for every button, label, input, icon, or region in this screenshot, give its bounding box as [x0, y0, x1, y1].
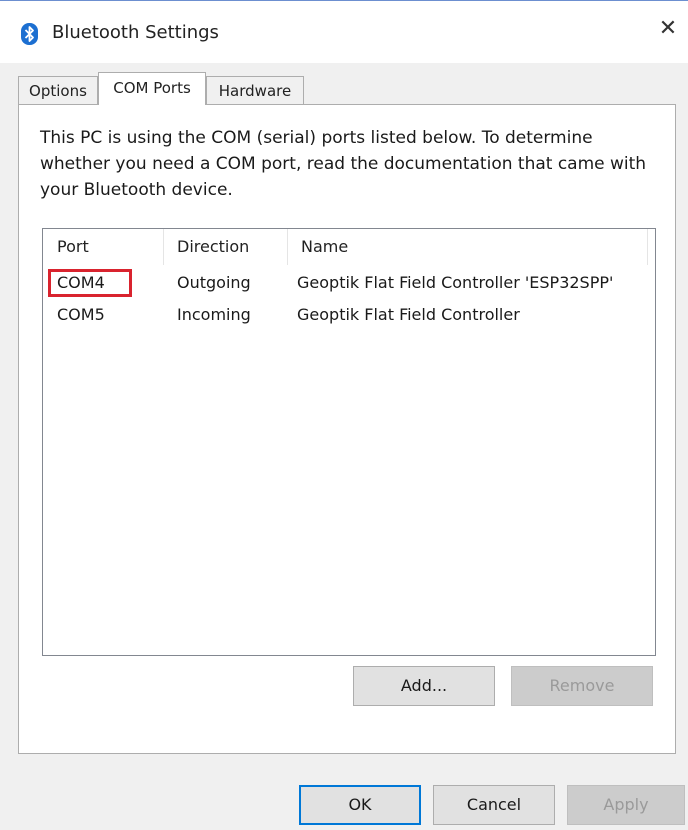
port-cell: COM5 [57, 305, 105, 324]
title-bar: Bluetooth Settings ✕ [0, 0, 688, 63]
column-header-port[interactable]: Port [43, 229, 163, 265]
list-row-com4[interactable]: COM4 Outgoing Geoptik Flat Field Control… [43, 267, 655, 299]
bluetooth-settings-dialog: Bluetooth Settings ✕ Options COM Ports H… [0, 0, 688, 830]
column-divider[interactable] [647, 229, 648, 265]
direction-cell: Outgoing [177, 273, 251, 292]
list-header: Port Direction Name [43, 229, 655, 265]
bluetooth-icon [21, 23, 38, 45]
apply-button[interactable]: Apply [567, 785, 685, 825]
ok-button[interactable]: OK [299, 785, 421, 825]
tab-strip: Options COM Ports Hardware [18, 72, 678, 106]
column-header-name[interactable]: Name [287, 229, 647, 265]
close-icon: ✕ [658, 16, 678, 41]
list-row-com5[interactable]: COM5 Incoming Geoptik Flat Field Control… [43, 299, 655, 331]
remove-button[interactable]: Remove [511, 666, 653, 706]
port-cell: COM4 [57, 273, 105, 292]
name-cell: Geoptik Flat Field Controller [297, 305, 520, 324]
com-ports-panel: This PC is using the COM (serial) ports … [18, 104, 676, 754]
tab-options[interactable]: Options [18, 76, 98, 104]
name-cell: Geoptik Flat Field Controller 'ESP32SPP' [297, 273, 614, 292]
description-text: This PC is using the COM (serial) ports … [40, 128, 647, 200]
cancel-button[interactable]: Cancel [433, 785, 555, 825]
add-button[interactable]: Add... [353, 666, 495, 706]
column-header-direction[interactable]: Direction [163, 229, 287, 265]
window-title: Bluetooth Settings [52, 22, 219, 43]
com-port-list[interactable]: Port Direction Name COM4 Outgoing Geopti… [42, 228, 656, 656]
tab-hardware[interactable]: Hardware [206, 76, 304, 104]
tab-com-ports[interactable]: COM Ports [98, 72, 206, 105]
close-button[interactable]: ✕ [648, 9, 688, 49]
direction-cell: Incoming [177, 305, 251, 324]
